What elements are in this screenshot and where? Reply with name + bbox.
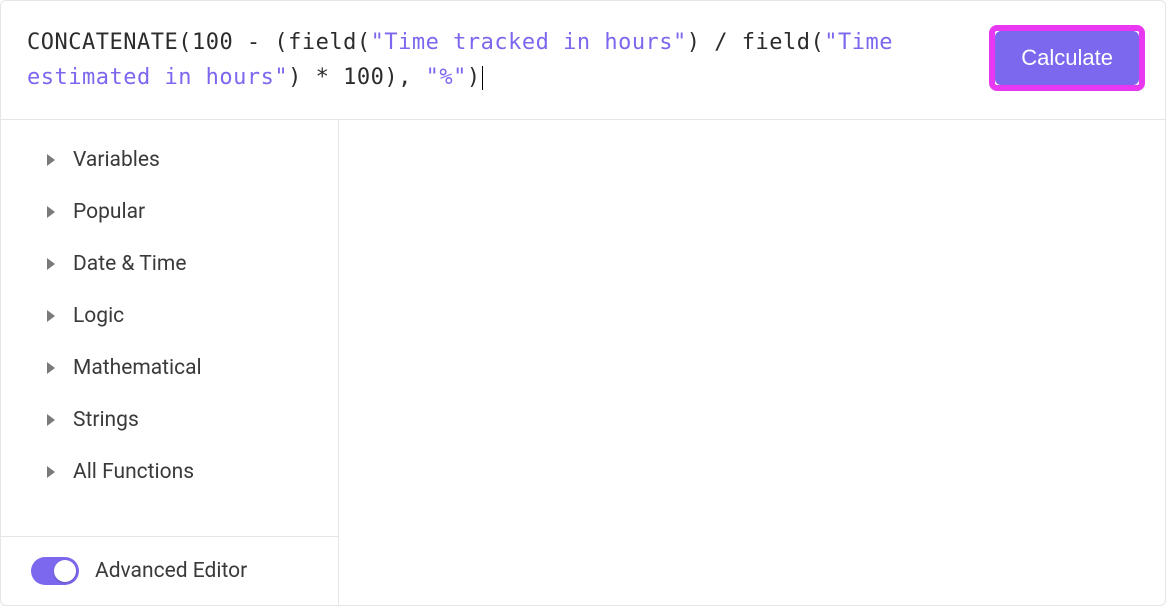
category-label: Popular [73, 200, 145, 224]
category-item[interactable]: Strings [1, 394, 338, 446]
category-item[interactable]: Date & Time [1, 238, 338, 290]
chevron-right-icon [47, 258, 55, 270]
chevron-right-icon [47, 310, 55, 322]
chevron-right-icon [47, 466, 55, 478]
calculate-button[interactable]: Calculate [995, 31, 1139, 85]
category-item[interactable]: Variables [1, 134, 338, 186]
formula-bar: CONCATENATE(100 - (field("Time tracked i… [1, 1, 1165, 120]
category-label: Mathematical [73, 356, 202, 380]
chevron-right-icon [47, 206, 55, 218]
category-item[interactable]: Popular [1, 186, 338, 238]
formula-editor: CONCATENATE(100 - (field("Time tracked i… [0, 0, 1166, 606]
category-list: Variables Popular Date & Time Logic Mathemat… [1, 120, 338, 536]
body-area: Variables Popular Date & Time Logic Mathemat… [1, 120, 1165, 605]
category-item[interactable]: Mathematical [1, 342, 338, 394]
chevron-right-icon [47, 414, 55, 426]
chevron-right-icon [47, 362, 55, 374]
category-item[interactable]: All Functions [1, 446, 338, 498]
formula-input[interactable]: CONCATENATE(100 - (field("Time tracked i… [27, 25, 969, 95]
category-label: Variables [73, 148, 160, 172]
category-label: All Functions [73, 460, 194, 484]
advanced-editor-toggle[interactable] [31, 557, 79, 585]
chevron-right-icon [47, 154, 55, 166]
calculate-highlight: Calculate [989, 25, 1145, 91]
category-label: Logic [73, 304, 124, 328]
category-item[interactable]: Logic [1, 290, 338, 342]
category-label: Date & Time [73, 252, 186, 276]
advanced-editor-row: Advanced Editor [1, 536, 338, 605]
category-label: Strings [73, 408, 139, 432]
sidebar: Variables Popular Date & Time Logic Mathemat… [1, 120, 339, 605]
toggle-knob [54, 560, 76, 582]
advanced-editor-label: Advanced Editor [95, 559, 247, 583]
detail-area [339, 120, 1165, 605]
